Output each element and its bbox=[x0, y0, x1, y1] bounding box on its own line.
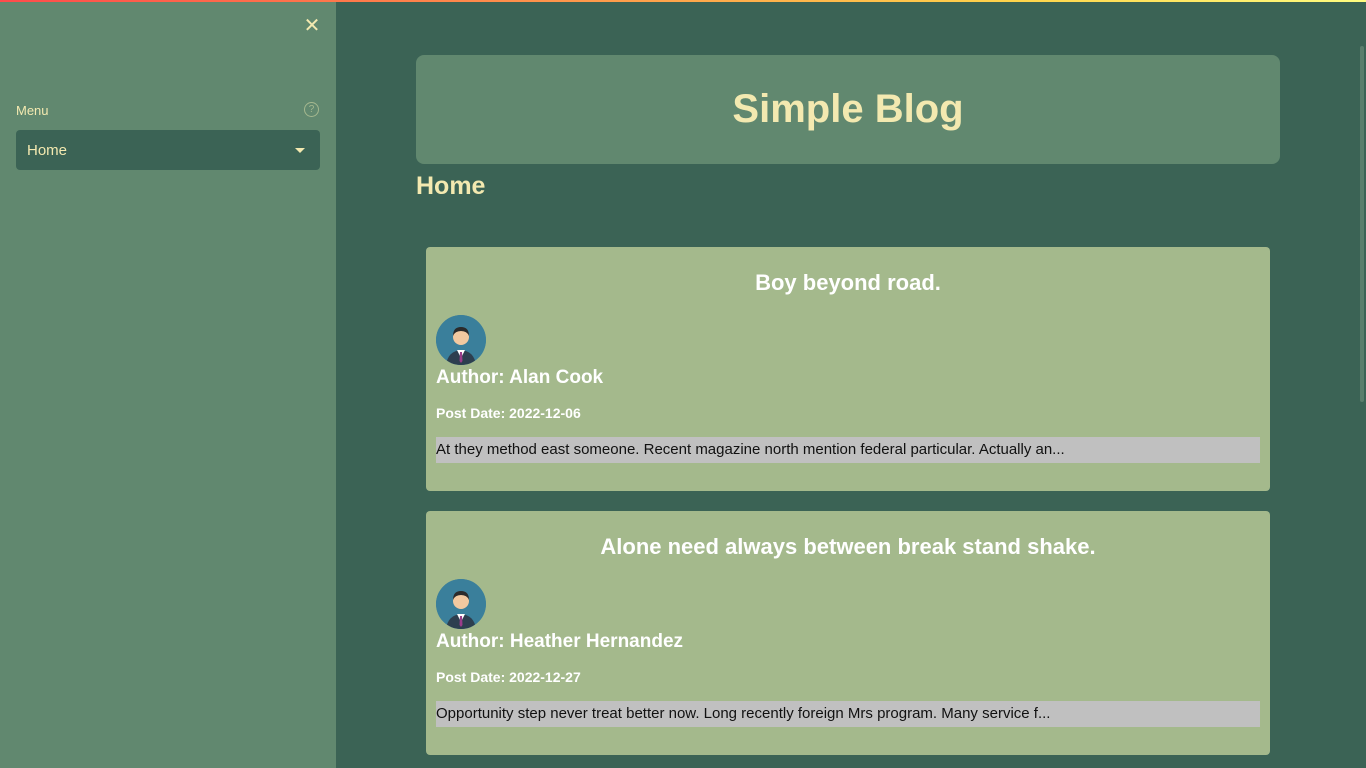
post-title: Boy beyond road. bbox=[755, 270, 941, 295]
post-excerpt: Opportunity step never treat better now.… bbox=[436, 701, 1260, 727]
post-date: Post Date: 2022-12-27 bbox=[436, 669, 581, 685]
post-author: Author: Heather Hernandez bbox=[436, 631, 684, 652]
page-title: Home bbox=[416, 172, 486, 200]
post-card: Alone need always between break stand sh… bbox=[426, 511, 1270, 755]
main-content: Simple Blog Home Boy beyond road. Author… bbox=[336, 0, 1366, 768]
post-card: Boy beyond road. Author: Alan Cook Post … bbox=[426, 247, 1270, 491]
menu-label: Menu bbox=[16, 103, 49, 118]
close-icon[interactable]: ✕ bbox=[302, 16, 322, 36]
user-avatar-icon bbox=[436, 579, 486, 629]
menu-select[interactable]: Home bbox=[16, 130, 320, 170]
site-header: Simple Blog bbox=[416, 55, 1280, 164]
help-icon[interactable]: ? bbox=[304, 102, 319, 117]
post-date: Post Date: 2022-12-06 bbox=[436, 405, 581, 421]
post-author: Author: Alan Cook bbox=[436, 367, 604, 388]
top-decoration-bar bbox=[0, 0, 1366, 2]
scrollbar[interactable] bbox=[1360, 46, 1364, 402]
site-title: Simple Blog bbox=[732, 87, 964, 131]
post-title: Alone need always between break stand sh… bbox=[600, 534, 1096, 559]
menu-select-value: Home bbox=[27, 141, 68, 159]
user-avatar-icon bbox=[436, 315, 486, 365]
post-excerpt: At they method east someone. Recent maga… bbox=[436, 437, 1260, 463]
chevron-down-icon bbox=[295, 147, 305, 153]
sidebar: ✕ Menu ? Home bbox=[0, 0, 336, 768]
